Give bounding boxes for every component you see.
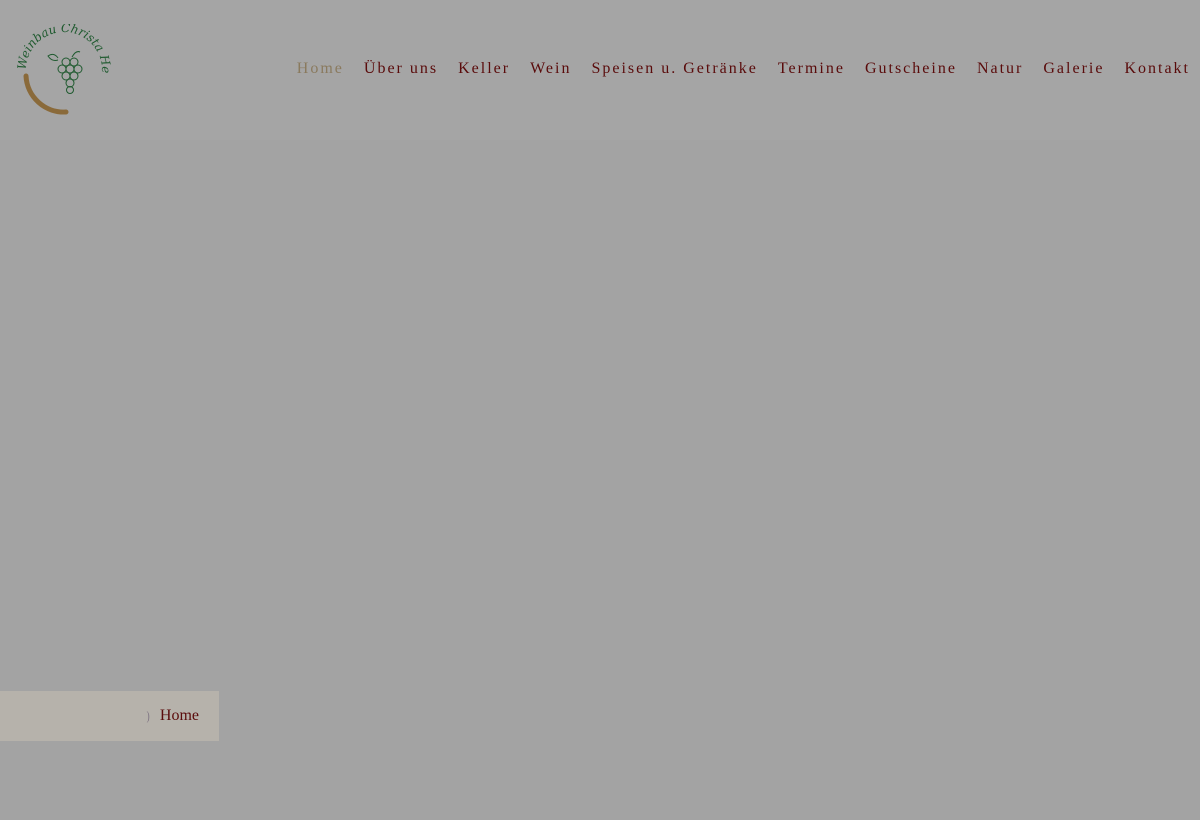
- site-header: Weinbau Christa Herzog Home Über uns Kel…: [0, 0, 1200, 140]
- nav-item-gutscheine[interactable]: Gutscheine: [865, 58, 957, 80]
- nav-item-wein[interactable]: Wein: [530, 58, 571, 80]
- nav-item-termine[interactable]: Termine: [778, 58, 845, 80]
- nav-item-galerie[interactable]: Galerie: [1043, 58, 1104, 80]
- nav-item-ueber-uns[interactable]: Über uns: [364, 58, 438, 80]
- main-nav: Home Über uns Keller Wein Speisen u. Get…: [277, 58, 1190, 80]
- svg-text:Weinbau Christa Herzog: Weinbau Christa Herzog: [14, 24, 113, 73]
- nav-item-home[interactable]: Home: [297, 58, 344, 80]
- nav-item-kontakt[interactable]: Kontakt: [1124, 58, 1190, 80]
- logo[interactable]: Weinbau Christa Herzog: [14, 24, 114, 116]
- breadcrumb-separator-icon: ): [146, 708, 150, 723]
- nav-item-natur[interactable]: Natur: [977, 58, 1023, 80]
- nav-item-keller[interactable]: Keller: [458, 58, 510, 80]
- breadcrumb-home-link[interactable]: Home: [160, 707, 199, 725]
- nav-item-speisen-getraenke[interactable]: Speisen u. Getränke: [591, 58, 757, 80]
- breadcrumb: ) Home: [0, 691, 219, 741]
